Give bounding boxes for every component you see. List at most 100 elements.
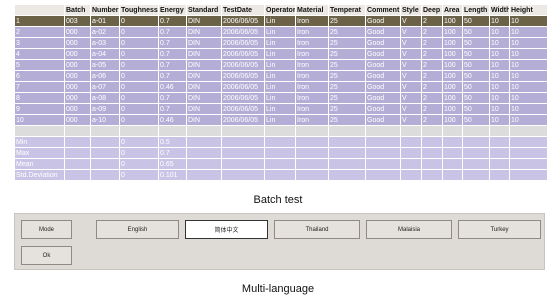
table-cell[interactable]: DIN [186, 114, 222, 126]
table-cell[interactable]: 0.46 [158, 81, 187, 93]
table-cell[interactable]: 10 [489, 103, 510, 115]
header-cell-standard[interactable]: Standard [186, 4, 222, 16]
table-cell[interactable]: 0 [119, 37, 159, 49]
mode-button[interactable]: Mode [21, 220, 72, 239]
table-cell[interactable]: 0.7 [158, 103, 187, 115]
lang-button-thailand[interactable]: Thailand [274, 220, 360, 239]
table-cell[interactable]: a-05 [90, 59, 120, 71]
table-cell[interactable]: V [400, 70, 422, 82]
table-cell[interactable]: 0 [119, 26, 159, 38]
table-cell[interactable]: DIN [186, 59, 222, 71]
table-cell[interactable]: 50 [462, 114, 490, 126]
table-cell[interactable]: a-04 [90, 48, 120, 60]
table-cell[interactable]: 100 [442, 103, 463, 115]
header-cell-comment[interactable]: Comment [365, 4, 401, 16]
table-cell[interactable]: DIN [186, 70, 222, 82]
table-cell[interactable]: 25 [328, 81, 366, 93]
table-cell[interactable]: DIN [186, 103, 222, 115]
header-cell-temperature[interactable]: Temperat [328, 4, 366, 16]
table-cell[interactable]: Good [365, 70, 401, 82]
ok-button[interactable]: Ok [21, 246, 72, 265]
table-cell[interactable]: DIN [186, 26, 222, 38]
table-cell[interactable]: 10 [489, 48, 510, 60]
table-cell[interactable]: 2006/06/05 [221, 92, 265, 104]
table-cell[interactable]: 2 [421, 103, 443, 115]
table-cell[interactable]: 2006/06/05 [221, 103, 265, 115]
header-cell-width[interactable]: Width [489, 4, 510, 16]
table-row[interactable]: 6 000 a-06 0 0.7 DIN 2006/06/05 Lin Iron 25 Good V 2… [14, 70, 548, 82]
table-cell[interactable]: a-06 [90, 70, 120, 82]
table-cell[interactable]: Iron [295, 15, 329, 27]
header-cell-material[interactable]: Material [295, 4, 329, 16]
table-cell[interactable]: 100 [442, 59, 463, 71]
table-cell[interactable]: 0 [119, 81, 159, 93]
header-cell-batch[interactable]: Batch [64, 4, 91, 16]
table-cell[interactable]: Lin [264, 15, 296, 27]
table-cell[interactable]: Good [365, 103, 401, 115]
table-cell[interactable]: 0.7 [158, 26, 187, 38]
table-cell[interactable]: 0.7 [158, 15, 187, 27]
table-cell[interactable]: V [400, 81, 422, 93]
table-cell[interactable]: 2006/06/05 [221, 114, 265, 126]
table-cell[interactable]: 000 [64, 48, 91, 60]
table-cell[interactable]: 2 [421, 70, 443, 82]
table-cell[interactable]: Iron [295, 48, 329, 60]
table-cell[interactable]: 25 [328, 37, 366, 49]
table-cell[interactable]: 100 [442, 70, 463, 82]
table-cell[interactable]: 000 [64, 59, 91, 71]
table-cell[interactable]: 2 [421, 48, 443, 60]
table-cell[interactable]: 2 [421, 15, 443, 27]
table-cell[interactable]: 2 [421, 81, 443, 93]
table-cell[interactable]: a-09 [90, 103, 120, 115]
table-cell[interactable]: 10 [509, 26, 548, 38]
table-cell[interactable]: V [400, 26, 422, 38]
table-cell[interactable]: 50 [462, 48, 490, 60]
table-row[interactable]: 5 000 a-05 0 0.7 DIN 2006/06/05 Lin Iron 25 Good V 2… [14, 59, 548, 71]
table-cell[interactable]: 100 [442, 26, 463, 38]
table-cell[interactable]: 10 [489, 59, 510, 71]
table-cell[interactable]: 0 [119, 114, 159, 126]
table-cell[interactable]: 0 [119, 48, 159, 60]
table-cell[interactable]: 25 [328, 103, 366, 115]
table-row[interactable]: 8 000 a-08 0 0.7 DIN 2006/06/05 Lin Iron 25 Good V 2… [14, 92, 548, 104]
table-cell[interactable]: 10 [509, 81, 548, 93]
lang-button-turkey[interactable]: Turkey [458, 220, 541, 239]
table-cell[interactable]: 10 [509, 37, 548, 49]
table-cell[interactable]: 000 [64, 114, 91, 126]
table-cell[interactable]: Good [365, 37, 401, 49]
table-cell[interactable]: Good [365, 92, 401, 104]
table-cell[interactable]: DIN [186, 15, 222, 27]
table-cell[interactable]: 10 [509, 15, 548, 27]
table-cell[interactable]: 10 [509, 92, 548, 104]
table-cell[interactable]: 25 [328, 15, 366, 27]
table-cell[interactable]: 10 [509, 48, 548, 60]
table-cell[interactable]: a-02 [90, 26, 120, 38]
table-cell[interactable]: 50 [462, 59, 490, 71]
header-cell-corner[interactable] [14, 4, 65, 16]
table-cell[interactable]: 000 [64, 26, 91, 38]
table-cell[interactable]: 003 [64, 15, 91, 27]
table-cell[interactable]: Lin [264, 59, 296, 71]
table-cell[interactable]: DIN [186, 92, 222, 104]
row-number-cell[interactable]: 7 [14, 81, 65, 93]
header-cell-deep[interactable]: Deep [421, 4, 443, 16]
table-cell[interactable]: Iron [295, 26, 329, 38]
table-cell[interactable]: V [400, 37, 422, 49]
table-cell[interactable]: V [400, 92, 422, 104]
table-cell[interactable]: 000 [64, 92, 91, 104]
table-cell[interactable]: 2006/06/05 [221, 81, 265, 93]
table-cell[interactable]: Lin [264, 92, 296, 104]
table-cell[interactable]: 50 [462, 26, 490, 38]
table-cell[interactable]: Good [365, 48, 401, 60]
table-cell[interactable]: 2006/06/05 [221, 48, 265, 60]
table-cell[interactable]: 2006/06/05 [221, 26, 265, 38]
table-cell[interactable]: Lin [264, 37, 296, 49]
table-cell[interactable]: Lin [264, 26, 296, 38]
table-cell[interactable]: 0.7 [158, 37, 187, 49]
table-cell[interactable]: Good [365, 59, 401, 71]
row-number-cell[interactable]: 6 [14, 70, 65, 82]
table-cell[interactable]: DIN [186, 37, 222, 49]
table-cell[interactable]: DIN [186, 81, 222, 93]
header-cell-number[interactable]: Number [90, 4, 120, 16]
header-cell-area[interactable]: Area [442, 4, 463, 16]
